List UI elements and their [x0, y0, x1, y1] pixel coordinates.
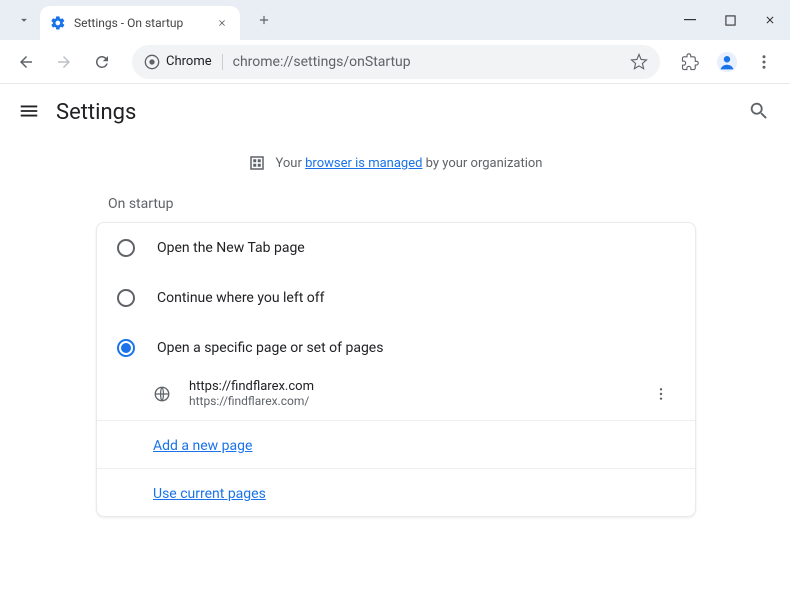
radio-continue[interactable]: Continue where you left off — [97, 273, 695, 323]
use-current-row: Use current pages — [97, 469, 695, 516]
page-title: Settings — [56, 100, 136, 125]
close-icon — [764, 14, 776, 26]
more-vertical-icon — [755, 53, 773, 71]
reload-button[interactable] — [86, 46, 118, 78]
search-settings-button[interactable] — [748, 100, 772, 124]
extensions-button[interactable] — [674, 46, 706, 78]
title-bar: Settings - On startup — [0, 0, 790, 40]
close-icon — [217, 18, 227, 28]
reload-icon — [93, 53, 111, 71]
browser-tab[interactable]: Settings - On startup — [40, 6, 240, 40]
radio-label: Open the New Tab page — [157, 240, 305, 256]
puzzle-icon — [681, 53, 699, 71]
address-bar[interactable]: Chrome — [132, 45, 660, 79]
bookmark-button[interactable] — [630, 53, 648, 71]
profile-icon — [716, 51, 738, 73]
add-page-row: Add a new page — [97, 421, 695, 469]
managed-link[interactable]: browser is managed — [305, 156, 422, 171]
startup-card: Open the New Tab page Continue where you… — [96, 222, 696, 517]
tab-close-button[interactable] — [214, 15, 230, 31]
forward-button[interactable] — [48, 46, 80, 78]
close-window-button[interactable] — [750, 0, 790, 40]
page-entry-more-button[interactable] — [647, 380, 675, 408]
tab-search-dropdown[interactable] — [8, 4, 40, 36]
maximize-button[interactable] — [710, 0, 750, 40]
search-icon — [748, 100, 770, 122]
plus-icon — [257, 13, 271, 27]
arrow-left-icon — [17, 53, 35, 71]
menu-button[interactable] — [748, 46, 780, 78]
back-button[interactable] — [10, 46, 42, 78]
gear-icon — [50, 15, 66, 31]
minimize-button[interactable] — [670, 0, 710, 40]
startup-page-entry: https://findflarex.com https://findflare… — [97, 373, 695, 421]
window-controls — [670, 0, 790, 40]
site-chip[interactable]: Chrome — [144, 54, 223, 70]
managed-text: Your browser is managed by your organiza… — [276, 156, 543, 171]
menu-toggle[interactable] — [18, 100, 42, 124]
more-vertical-icon — [653, 386, 669, 402]
radio-icon — [117, 339, 135, 357]
startup-page-url: https://findflarex.com/ — [189, 394, 629, 408]
settings-page: Settings Your browser is managed by your… — [0, 84, 790, 613]
minimize-icon — [684, 14, 696, 26]
radio-specific-pages[interactable]: Open a specific page or set of pages — [97, 323, 695, 373]
profile-button[interactable] — [712, 47, 742, 77]
url-input[interactable] — [233, 54, 620, 70]
building-icon — [248, 154, 266, 172]
globe-icon — [153, 385, 171, 403]
section-title: On startup — [0, 186, 790, 222]
chrome-logo-icon — [144, 54, 160, 70]
managed-notice: Your browser is managed by your organiza… — [0, 140, 790, 186]
radio-new-tab[interactable]: Open the New Tab page — [97, 223, 695, 273]
page-header: Settings — [0, 84, 790, 140]
use-current-pages-link[interactable]: Use current pages — [153, 486, 266, 502]
new-tab-button[interactable] — [250, 6, 278, 34]
radio-label: Open a specific page or set of pages — [157, 340, 383, 356]
hamburger-icon — [18, 100, 40, 122]
startup-page-text: https://findflarex.com https://findflare… — [189, 379, 629, 408]
browser-toolbar: Chrome — [0, 40, 790, 84]
add-page-link[interactable]: Add a new page — [153, 438, 252, 454]
radio-icon — [117, 289, 135, 307]
startup-page-name: https://findflarex.com — [189, 379, 629, 394]
star-icon — [630, 53, 648, 71]
site-chip-label: Chrome — [166, 54, 212, 69]
arrow-right-icon — [55, 53, 73, 71]
maximize-icon — [725, 15, 736, 26]
radio-label: Continue where you left off — [157, 290, 325, 306]
tab-title: Settings - On startup — [74, 16, 206, 30]
radio-icon — [117, 239, 135, 257]
chevron-down-icon — [17, 13, 31, 27]
